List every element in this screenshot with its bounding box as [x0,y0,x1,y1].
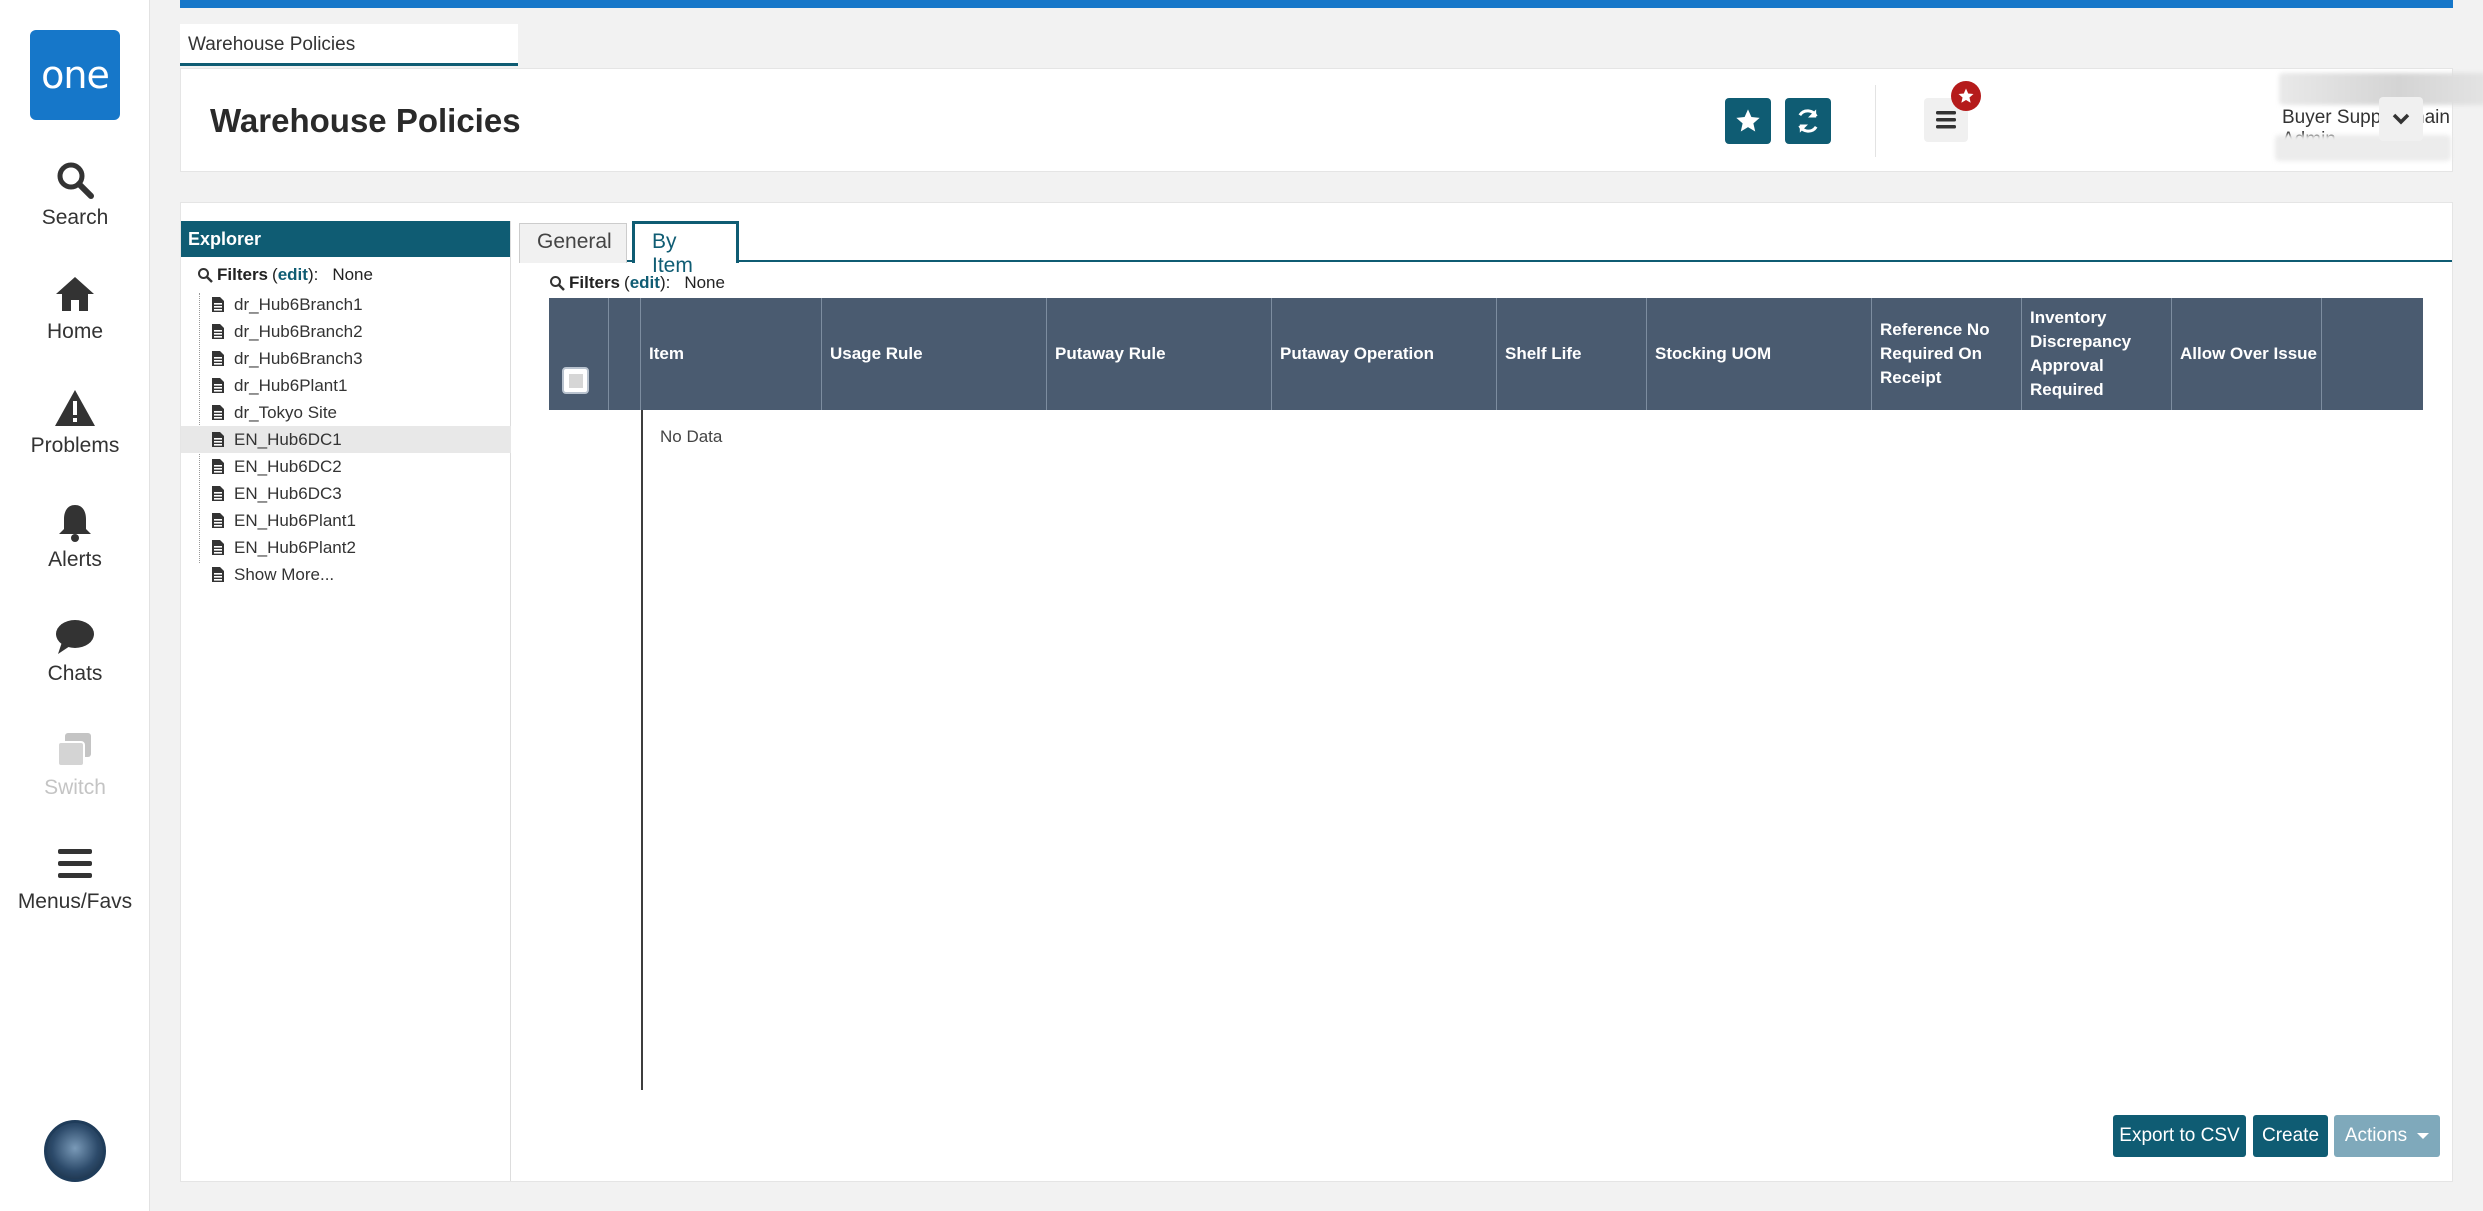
explorer-filters-value: None [332,265,373,284]
explorer-title: Explorer [181,221,510,257]
search-icon [198,268,213,283]
column-header-putaway-rule[interactable]: Putaway Rule [1047,298,1272,410]
document-icon [212,297,224,312]
select-all-checkbox[interactable] [562,367,589,394]
header-divider [1875,85,1876,157]
document-icon [212,513,224,528]
nav-home-label: Home [46,320,104,343]
menu-icon [58,849,92,878]
grid-frozen-divider [641,410,643,1090]
page-header: Warehouse Policies Buyer Supply Chain Ad… [180,68,2483,172]
actions-button[interactable]: Actions [2334,1115,2440,1157]
column-header-shelf-life[interactable]: Shelf Life [1497,298,1647,410]
star-icon [1958,88,1974,103]
tab-by-item[interactable]: By Item [632,221,739,277]
data-grid-header: Item Usage Rule Putaway Rule Putaway Ope… [549,298,2423,410]
tree-item[interactable]: dr_Hub6Branch2 [181,318,511,345]
tree-item[interactable]: dr_Hub6Branch3 [181,345,511,372]
document-icon [212,351,224,366]
row-marker-column [609,298,641,410]
nav-search[interactable]: Search [0,160,150,230]
tree-item-selected[interactable]: EN_Hub6DC1 [181,426,511,453]
home-icon [56,277,94,311]
tree-item[interactable]: EN_Hub6Plant2 [181,534,511,561]
column-header-inventory-discrepancy[interactable]: Inventory Discrepancy Approval Required [2022,298,2172,410]
nav-alerts-label: Alerts [48,548,102,571]
app-logo[interactable]: one [30,30,120,120]
content-filters: Filters (edit): None [549,273,725,293]
refresh-icon [1798,109,1818,133]
explorer-filters: Filters (edit): None [197,265,373,285]
star-icon [1736,109,1760,132]
tree-item[interactable]: dr_Hub6Plant1 [181,372,511,399]
content-filters-edit-link[interactable]: edit [630,273,660,292]
nav-chats-label: Chats [47,662,103,685]
column-header-putaway-operation[interactable]: Putaway Operation [1272,298,1497,410]
chevron-down-icon [2392,113,2410,125]
refresh-button[interactable] [1785,98,1831,144]
column-header-reference-no[interactable]: Reference No Required On Receipt [1872,298,2022,410]
page-tab[interactable]: Warehouse Policies [180,24,518,66]
nav-problems-label: Problems [30,434,120,457]
nav-home[interactable]: Home [0,274,150,344]
nav-menus-favs-label: Menus/Favs [17,890,133,913]
tree-item[interactable]: EN_Hub6DC3 [181,480,511,507]
document-icon [212,432,224,447]
export-csv-button[interactable]: Export to CSV [2113,1115,2246,1157]
user-org-redacted [2275,135,2451,161]
user-menu-dropdown[interactable] [2379,97,2423,141]
hamburger-icon [1936,111,1956,129]
document-icon [212,405,224,420]
caret-down-icon [2417,1133,2430,1139]
column-header-item[interactable]: Item [641,298,822,410]
document-icon [212,486,224,501]
column-header-stocking-uom[interactable]: Stocking UOM [1647,298,1872,410]
tree-item[interactable]: EN_Hub6DC2 [181,453,511,480]
content-filters-label: Filters [569,273,621,292]
nav-search-label: Search [41,206,109,229]
document-icon [212,567,224,582]
explorer-panel: Explorer Filters (edit): None dr_Hub6Bra… [181,221,511,1181]
favorites-badge [1951,81,1981,111]
nav-chats[interactable]: Chats [0,616,150,686]
tree-item[interactable]: EN_Hub6Plant1 [181,507,511,534]
explorer-tree: dr_Hub6Branch1 dr_Hub6Branch2 dr_Hub6Bra… [181,291,511,588]
nav-problems[interactable]: Problems [0,388,150,458]
favorite-button[interactable] [1725,98,1771,144]
switch-icon [57,733,91,767]
tree-show-more[interactable]: Show More... [181,561,511,588]
document-icon [212,324,224,339]
warning-icon [55,390,95,426]
page-title: Warehouse Policies [210,102,521,139]
grid-empty-message: No Data [660,427,723,446]
document-icon [212,378,224,393]
left-nav-rail: one Search Home Problems Alerts Chats Sw… [0,0,150,1211]
content-filters-value: None [684,273,725,292]
document-icon [212,459,224,474]
search-icon [57,162,94,199]
nav-alerts[interactable]: Alerts [0,502,150,572]
explorer-filters-label: Filters [217,265,269,284]
column-header-usage-rule[interactable]: Usage Rule [822,298,1047,410]
document-icon [212,540,224,555]
nav-menus-favs[interactable]: Menus/Favs [0,844,150,914]
tree-item[interactable]: dr_Hub6Branch1 [181,291,511,318]
nav-switch-label: Switch [44,776,106,799]
search-icon [550,276,565,291]
column-header-spacer [2322,298,2423,410]
nav-switch: Switch [0,730,150,800]
create-button[interactable]: Create [2253,1115,2328,1157]
tree-item[interactable]: dr_Tokyo Site [181,399,511,426]
select-all-column [549,298,609,410]
tab-general[interactable]: General [519,223,627,263]
top-accent-bar [180,0,2453,8]
chat-icon [56,620,94,654]
explorer-filters-edit-link[interactable]: edit [278,265,308,284]
actions-button-label: Actions [2344,1125,2408,1146]
main-panel: Explorer Filters (edit): None dr_Hub6Bra… [180,202,2453,1182]
content-tabs: General By Item [519,219,2452,277]
user-avatar[interactable] [44,1120,106,1182]
column-header-allow-over-issue[interactable]: Allow Over Issue [2172,298,2322,410]
bell-icon [59,505,91,542]
